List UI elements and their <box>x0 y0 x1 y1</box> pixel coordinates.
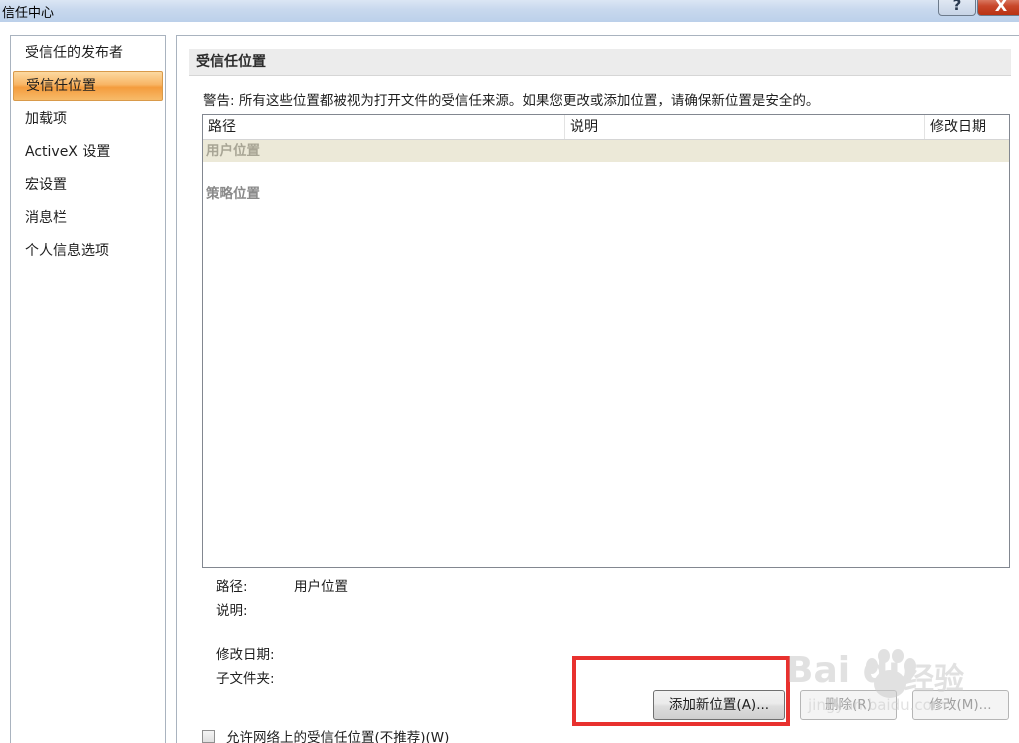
help-button[interactable]: ? <box>938 0 976 16</box>
allow-network-locations-label: 允许网络上的受信任位置(不推荐)(W) <box>226 730 450 743</box>
group-policy-locations[interactable]: 策略位置 <box>203 183 1009 205</box>
sidebar-item-trusted-publishers[interactable]: 受信任的发布者 <box>13 38 163 68</box>
detail-subfolders-label: 子文件夹: <box>216 671 275 687</box>
column-header-description[interactable]: 说明 <box>565 115 925 139</box>
trust-center-window: 信任中心 ? X 受信任的发布者 受信任位置 加载项 ActiveX 设置 宏设… <box>0 0 1019 743</box>
column-header-path[interactable]: 路径 <box>203 115 565 139</box>
detail-path-label: 路径: <box>216 579 248 595</box>
allow-network-locations-checkbox-row[interactable]: 允许网络上的受信任位置(不推荐)(W) <box>202 727 449 743</box>
detail-modified-label: 修改日期: <box>216 647 275 663</box>
close-icon: X <box>994 0 1008 15</box>
sidebar: 受信任的发布者 受信任位置 加载项 ActiveX 设置 宏设置 消息栏 个人信… <box>10 35 166 743</box>
sidebar-item-macro-settings[interactable]: 宏设置 <box>13 170 163 200</box>
sidebar-item-trusted-locations[interactable]: 受信任位置 <box>13 71 163 101</box>
group-user-locations[interactable]: 用户位置 <box>203 140 1009 162</box>
modify-button[interactable]: 修改(M)... <box>912 690 1009 720</box>
window-title: 信任中心 <box>2 6 55 21</box>
close-button[interactable]: X <box>977 0 1019 16</box>
trusted-locations-list[interactable]: 路径 说明 修改日期 用户位置 策略位置 <box>202 114 1010 568</box>
title-bar[interactable]: 信任中心 ? X <box>0 0 1019 22</box>
sidebar-item-activex-settings[interactable]: ActiveX 设置 <box>13 137 163 167</box>
add-new-location-button[interactable]: 添加新位置(A)... <box>653 690 785 720</box>
section-title: 受信任位置 <box>189 49 1011 76</box>
remove-button[interactable]: 删除(R) <box>800 690 897 720</box>
detail-path-value: 用户位置 <box>294 579 348 595</box>
list-header: 路径 说明 修改日期 <box>203 115 1009 140</box>
detail-description-label: 说明: <box>216 603 248 619</box>
sidebar-item-privacy-options[interactable]: 个人信息选项 <box>13 236 163 266</box>
sidebar-item-add-ins[interactable]: 加载项 <box>13 104 163 134</box>
help-icon: ? <box>952 0 962 14</box>
warning-text: 警告: 所有这些位置都被视为打开文件的受信任来源。如果您更改或添加位置，请确保新… <box>203 93 820 109</box>
column-header-modified-date[interactable]: 修改日期 <box>925 115 1009 139</box>
allow-network-locations-checkbox[interactable] <box>202 729 215 743</box>
sidebar-item-message-bar[interactable]: 消息栏 <box>13 203 163 233</box>
